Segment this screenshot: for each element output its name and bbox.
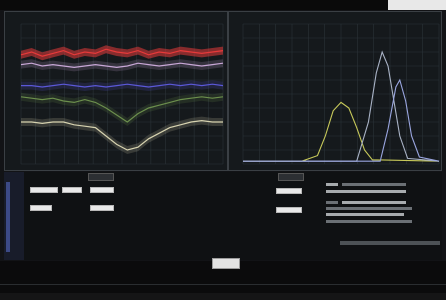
input-field-4[interactable] — [30, 205, 52, 211]
right-plot-panel — [228, 11, 442, 171]
right-plot — [242, 23, 440, 165]
legend-swatch-1 — [326, 183, 338, 186]
input-field-7[interactable] — [276, 207, 302, 213]
lower-left-header — [88, 173, 114, 181]
input-field-2[interactable] — [62, 187, 82, 193]
top-frame — [0, 0, 446, 10]
left-plot-panel — [4, 11, 228, 171]
input-field-1[interactable] — [30, 187, 58, 193]
legend-text-6 — [326, 220, 412, 223]
input-field-3[interactable] — [90, 187, 114, 193]
top-frame-highlight — [388, 0, 446, 10]
bottom-footer — [0, 293, 446, 300]
input-field-5[interactable] — [90, 205, 114, 211]
left-scroll-thumb[interactable] — [6, 182, 10, 252]
legend-text-5 — [326, 213, 404, 216]
bottom-divider — [0, 284, 446, 285]
legend-swatch-2 — [326, 201, 338, 204]
input-field-6[interactable] — [276, 188, 302, 194]
ok-button[interactable] — [212, 258, 240, 269]
legend-text-2 — [326, 190, 406, 193]
left-plot — [20, 23, 224, 165]
screen — [0, 0, 446, 300]
legend-text-3 — [342, 201, 406, 204]
legend-text-4 — [326, 207, 412, 210]
status-bar — [340, 241, 440, 245]
legend-text-1 — [342, 183, 406, 186]
lower-right-header — [278, 173, 304, 181]
